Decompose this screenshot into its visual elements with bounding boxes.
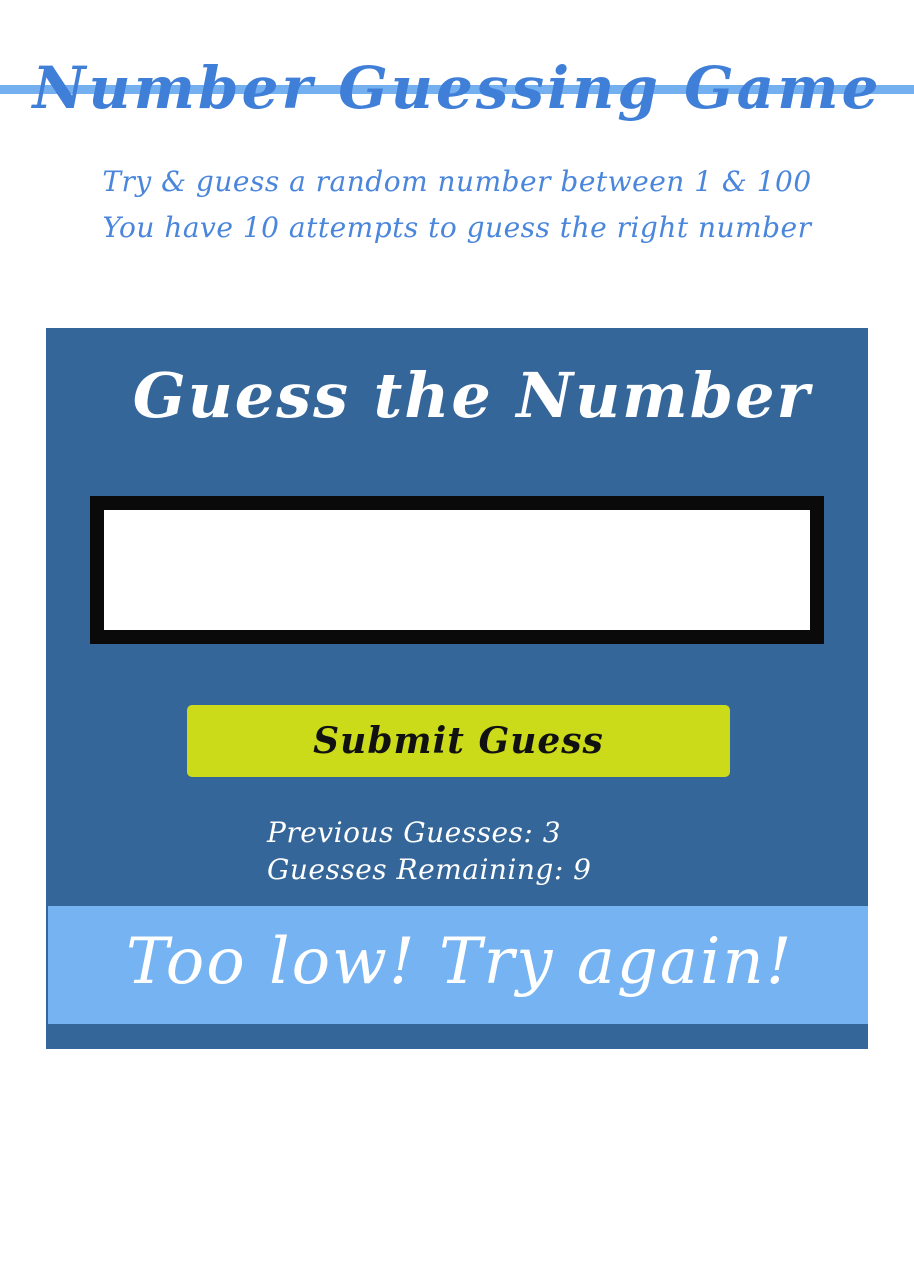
- guesses-remaining: Guesses Remaining: 9: [267, 853, 592, 886]
- previous-guesses: Previous Guesses: 3: [267, 816, 562, 849]
- feedback-message: Too low! Try again!: [126, 925, 794, 999]
- instructions-line-2: You have 10 attempts to guess the right …: [102, 211, 812, 244]
- game-heading: Guess the Number: [132, 359, 812, 432]
- feedback-banner: Too low! Try again!: [48, 906, 868, 1024]
- guess-input[interactable]: [90, 496, 824, 644]
- submit-guess-button[interactable]: Submit Guess: [187, 705, 730, 777]
- title-wrap: Number Guessing Game: [0, 48, 914, 128]
- guess-stats: Previous Guesses: 3 Guesses Remaining: 9: [267, 814, 767, 888]
- page-title: Number Guessing Game: [32, 54, 882, 122]
- game-panel: Guess the Number Submit Guess Previous G…: [46, 328, 868, 1049]
- instructions-line-1: Try & guess a random number between 1 & …: [102, 165, 812, 198]
